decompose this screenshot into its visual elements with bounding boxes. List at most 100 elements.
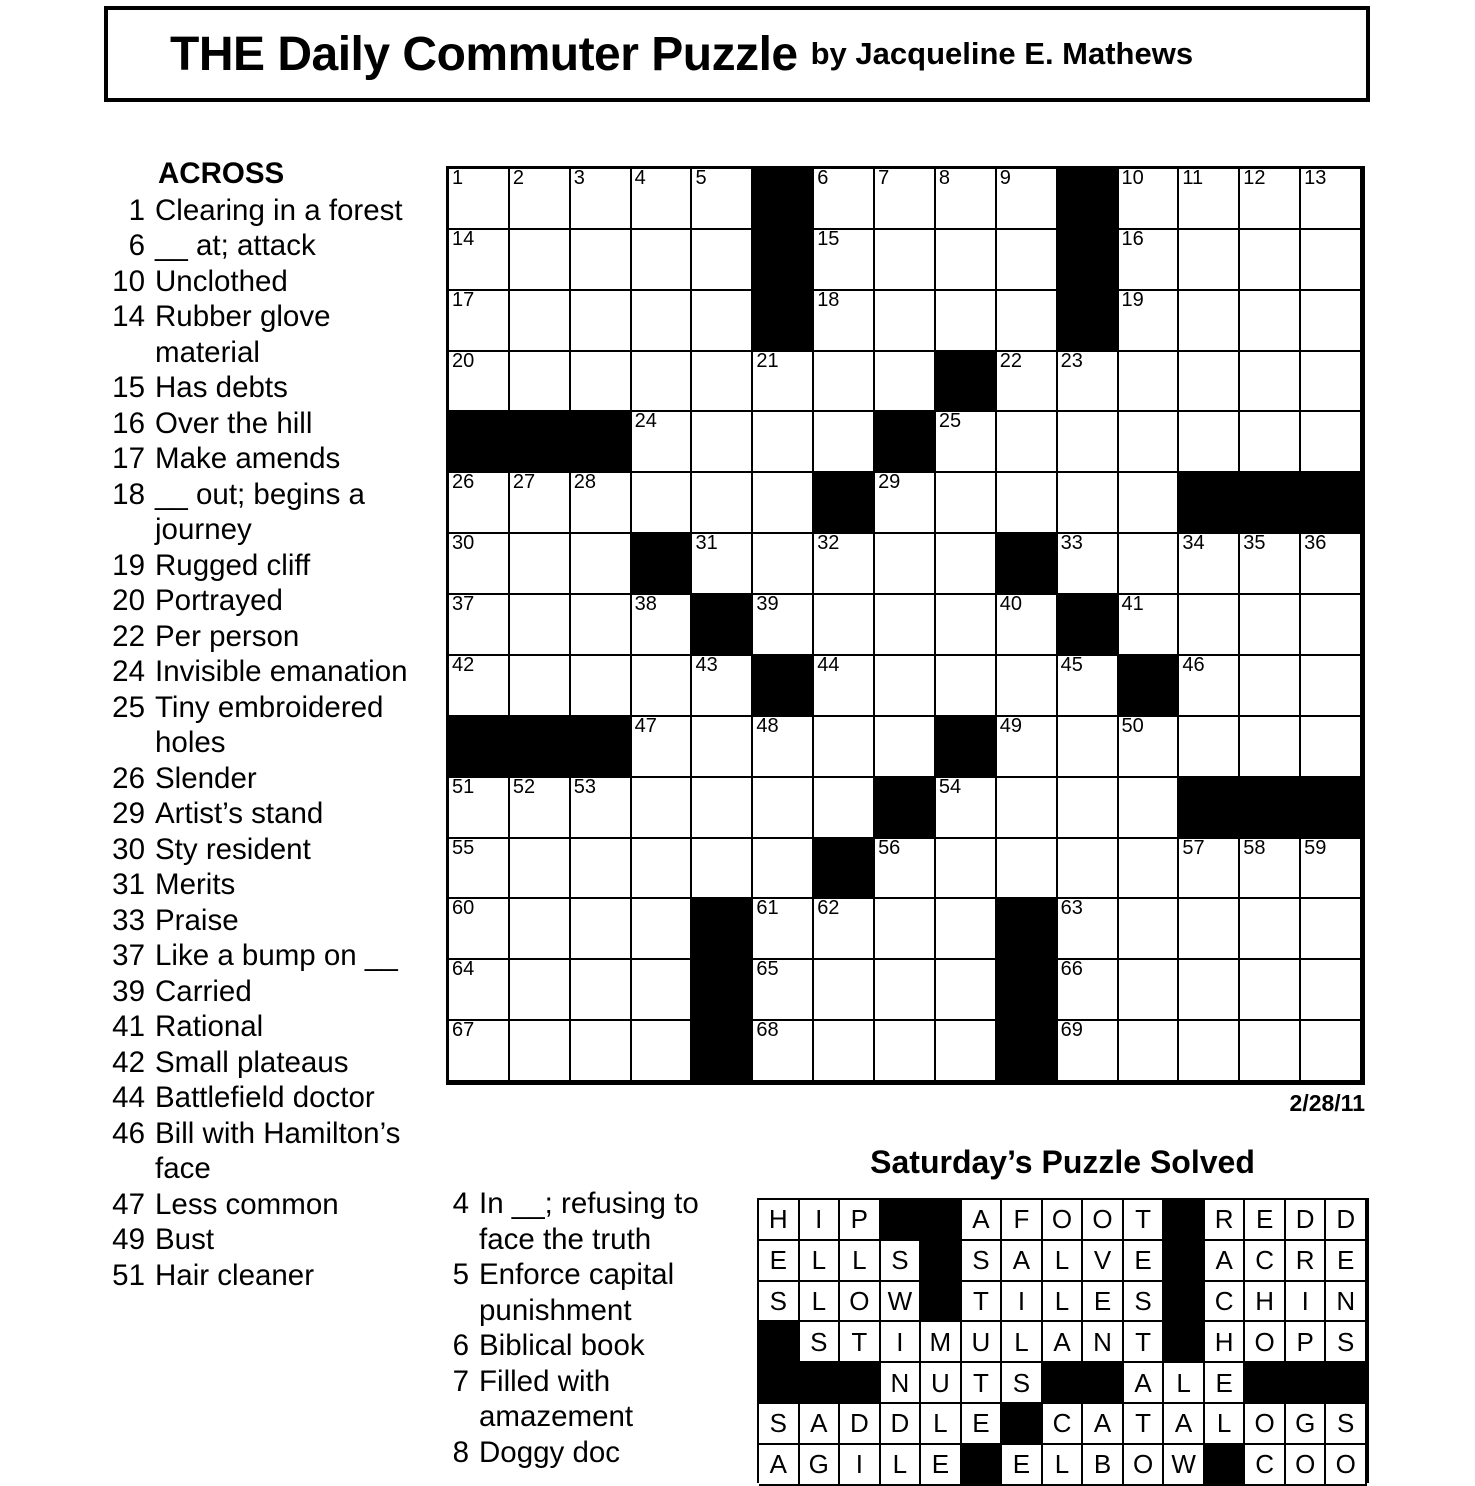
grid-cell[interactable] [692, 716, 754, 778]
grid-cell[interactable] [875, 960, 936, 1022]
grid-cell[interactable]: 3 [570, 167, 632, 230]
grid-cell[interactable] [509, 899, 571, 961]
grid-cell[interactable]: 45 [1057, 654, 1119, 717]
grid-cell[interactable]: 58 [1240, 837, 1302, 900]
grid-cell[interactable] [935, 838, 997, 900]
grid-cell[interactable]: 18 [814, 289, 876, 352]
grid-cell[interactable] [1240, 899, 1302, 961]
grid-cell[interactable] [1179, 595, 1241, 656]
grid-cell[interactable] [1240, 229, 1302, 291]
grid-cell[interactable] [1179, 899, 1241, 961]
grid-cell[interactable] [875, 899, 936, 961]
grid-cell[interactable] [509, 838, 571, 900]
grid-cell[interactable]: 22 [996, 350, 1058, 413]
grid-cell[interactable]: 19 [1118, 289, 1180, 352]
grid-cell[interactable]: 9 [996, 167, 1058, 230]
grid-cell[interactable] [1301, 899, 1362, 961]
grid-cell[interactable] [570, 655, 632, 717]
grid-cell[interactable]: 63 [1057, 897, 1119, 961]
grid-cell[interactable] [1118, 412, 1180, 474]
grid-cell[interactable] [570, 838, 632, 900]
grid-cell[interactable]: 47 [631, 715, 693, 778]
grid-cell[interactable] [1301, 351, 1362, 413]
grid-cell[interactable] [631, 473, 693, 535]
grid-cell[interactable] [1057, 838, 1119, 900]
grid-cell[interactable] [935, 229, 997, 291]
grid-cell[interactable]: 35 [1240, 532, 1302, 596]
grid-cell[interactable] [753, 777, 815, 839]
grid-cell[interactable] [753, 412, 815, 474]
grid-cell[interactable]: 39 [753, 593, 815, 656]
grid-cell[interactable]: 56 [875, 837, 936, 900]
grid-cell[interactable] [1240, 412, 1302, 474]
grid-cell[interactable] [1179, 290, 1241, 352]
grid-cell[interactable]: 12 [1240, 167, 1302, 230]
crossword-grid[interactable]: 1 2 3 4 5 6 7 8 9 10 11 12 13 14 15 16 17 18 19 20 21 22 23 24 2… [446, 166, 1365, 1085]
grid-cell[interactable] [1118, 960, 1180, 1022]
grid-cell[interactable] [631, 960, 693, 1022]
grid-cell[interactable]: 2 [509, 167, 571, 230]
grid-cell[interactable] [875, 351, 936, 413]
grid-cell[interactable] [631, 229, 693, 291]
grid-cell[interactable] [875, 595, 936, 656]
grid-cell[interactable]: 6 [814, 167, 876, 230]
grid-cell[interactable]: 65 [753, 958, 815, 1022]
grid-cell[interactable]: 37 [449, 593, 510, 656]
grid-cell[interactable]: 62 [814, 897, 876, 961]
grid-cell[interactable] [631, 838, 693, 900]
grid-cell[interactable]: 49 [996, 715, 1058, 778]
grid-cell[interactable] [1179, 716, 1241, 778]
grid-cell[interactable]: 8 [935, 167, 997, 230]
grid-cell[interactable] [814, 716, 876, 778]
grid-cell[interactable]: 32 [814, 532, 876, 596]
grid-cell[interactable] [1240, 716, 1302, 778]
grid-cell[interactable]: 38 [631, 593, 693, 656]
grid-cell[interactable] [692, 412, 754, 474]
grid-cell[interactable] [1118, 351, 1180, 413]
grid-cell[interactable]: 24 [631, 410, 693, 474]
grid-cell[interactable] [875, 290, 936, 352]
grid-cell[interactable]: 68 [753, 1019, 815, 1082]
grid-cell[interactable]: 69 [1057, 1019, 1119, 1082]
grid-cell[interactable] [1301, 655, 1362, 717]
grid-cell[interactable] [692, 351, 754, 413]
grid-cell[interactable]: 40 [996, 593, 1058, 656]
grid-cell[interactable] [935, 1021, 997, 1082]
grid-cell[interactable] [570, 960, 632, 1022]
grid-cell[interactable] [692, 229, 754, 291]
grid-cell[interactable] [1179, 229, 1241, 291]
grid-cell[interactable] [935, 595, 997, 656]
grid-cell[interactable] [875, 534, 936, 596]
grid-cell[interactable]: 48 [753, 715, 815, 778]
grid-cell[interactable]: 13 [1301, 167, 1362, 230]
grid-cell[interactable]: 16 [1118, 228, 1180, 291]
grid-cell[interactable]: 33 [1057, 532, 1119, 596]
grid-cell[interactable] [692, 838, 754, 900]
grid-cell[interactable]: 53 [570, 776, 632, 839]
grid-cell[interactable] [1057, 473, 1119, 535]
grid-cell[interactable]: 31 [692, 532, 754, 596]
grid-cell[interactable]: 23 [1057, 350, 1119, 413]
grid-cell[interactable] [996, 838, 1058, 900]
grid-cell[interactable]: 44 [814, 654, 876, 717]
grid-cell[interactable] [996, 777, 1058, 839]
grid-cell[interactable] [996, 412, 1058, 474]
grid-cell[interactable]: 29 [875, 471, 936, 535]
grid-cell[interactable] [631, 899, 693, 961]
grid-cell[interactable] [875, 716, 936, 778]
grid-cell[interactable] [1240, 290, 1302, 352]
grid-cell[interactable] [1240, 1021, 1302, 1082]
grid-cell[interactable]: 36 [1301, 532, 1362, 596]
grid-cell[interactable] [1301, 229, 1362, 291]
grid-cell[interactable]: 42 [449, 654, 510, 717]
grid-cell[interactable]: 26 [449, 471, 510, 535]
grid-cell[interactable] [814, 1021, 876, 1082]
grid-cell[interactable] [509, 534, 571, 596]
grid-cell[interactable] [631, 777, 693, 839]
grid-cell[interactable] [1179, 412, 1241, 474]
grid-cell[interactable] [1301, 595, 1362, 656]
grid-cell[interactable]: 34 [1179, 532, 1241, 596]
grid-cell[interactable]: 64 [449, 958, 510, 1022]
grid-cell[interactable]: 25 [935, 410, 997, 474]
grid-cell[interactable]: 41 [1118, 593, 1180, 656]
